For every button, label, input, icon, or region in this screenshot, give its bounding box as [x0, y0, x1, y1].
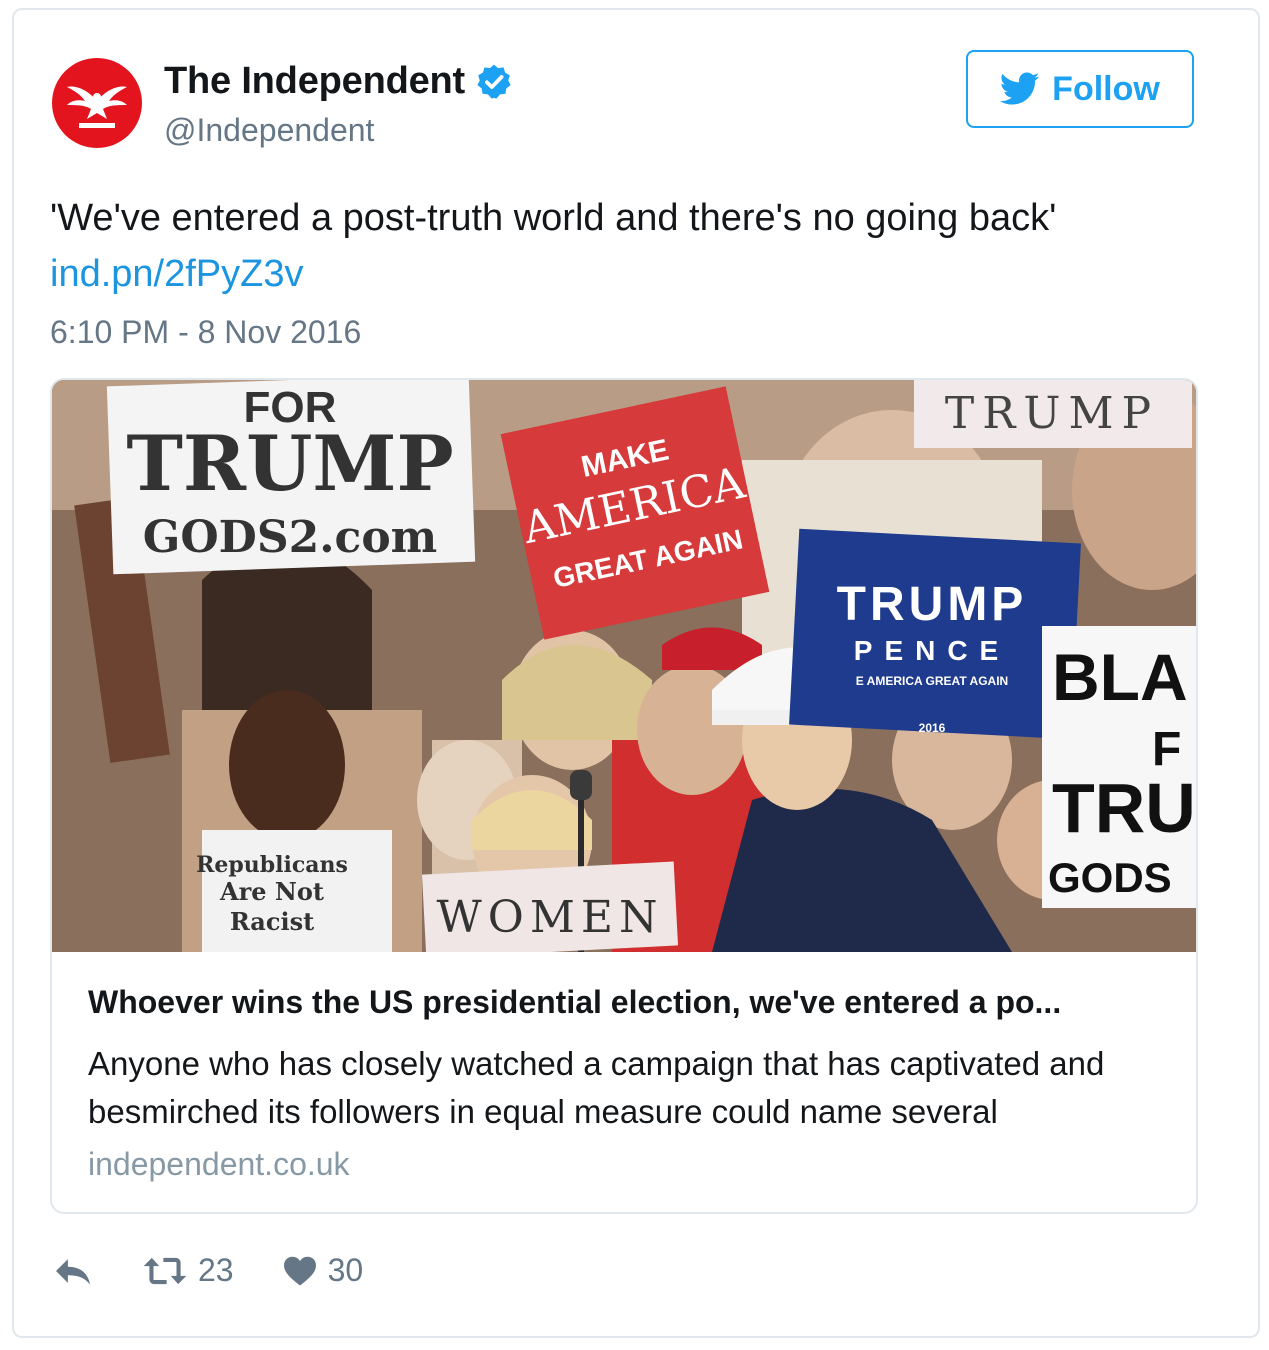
eagle-logo-icon	[67, 86, 127, 128]
card-title[interactable]: Whoever wins the US presidential electio…	[88, 984, 1168, 1021]
sign-make-america-small-text: E AMERICA GREAT AGAIN	[856, 674, 1008, 688]
card-description: Anyone who has closely watched a campaig…	[88, 1045, 1105, 1130]
follow-button[interactable]: Follow	[966, 50, 1194, 128]
tweet-body: 'We've entered a post-truth world and th…	[50, 197, 1057, 239]
author-avatar[interactable]	[52, 58, 142, 148]
card-domain: independent.co.uk	[88, 1146, 350, 1182]
reply-icon	[56, 1258, 90, 1285]
retweet-icon	[143, 1257, 187, 1284]
sign-gods-right-text: GODS	[1048, 854, 1172, 901]
shirt-line2-text: Are Not	[219, 877, 324, 906]
card-image[interactable]: FOR TRUMP GODS2.com MAKE AMERICA GREAT A…	[52, 380, 1196, 952]
sign-pence-text: PENCE	[854, 635, 1010, 666]
sign-women-text: WOMEN	[437, 892, 664, 943]
sign-year-text: 2016	[919, 721, 946, 735]
verified-badge-icon	[477, 64, 511, 99]
sign-trump-blue-text: TRUMP	[837, 578, 1028, 631]
tweet-timestamp[interactable]: 6:10 PM - 8 Nov 2016	[50, 314, 361, 351]
tweet-actions: 23 30	[52, 1252, 411, 1289]
author-handle[interactable]: @Independent	[164, 112, 374, 149]
follow-button-label: Follow	[1052, 69, 1160, 108]
retweet-button[interactable]: 23	[142, 1252, 234, 1289]
tweet-link[interactable]: ind.pn/2fPyZ3v	[50, 246, 1200, 302]
link-preview-card[interactable]: FOR TRUMP GODS2.com MAKE AMERICA GREAT A…	[50, 378, 1198, 1214]
like-count: 30	[327, 1252, 364, 1288]
tweet-text: 'We've entered a post-truth world and th…	[50, 190, 1200, 302]
sign-gods-site-text: GODS2.com	[143, 512, 437, 563]
retweet-count: 23	[198, 1252, 234, 1288]
shirt-line3-text: Racist	[230, 907, 314, 936]
sign-tru-text: TRU	[1052, 769, 1196, 847]
sign-trump-top-text: TRUMP	[945, 388, 1159, 439]
heart-icon	[283, 1256, 316, 1286]
twitter-bird-icon	[1000, 72, 1040, 105]
author-name-row: The Independent	[164, 60, 513, 103]
author-display-name[interactable]: The Independent	[164, 60, 465, 103]
shirt-line1-text: Republicans	[196, 852, 348, 878]
reply-button[interactable]	[52, 1254, 94, 1288]
sign-trump-text: TRUMP	[126, 419, 453, 508]
like-button[interactable]: 30	[282, 1252, 364, 1289]
sign-bla-text: BLA	[1052, 640, 1188, 714]
